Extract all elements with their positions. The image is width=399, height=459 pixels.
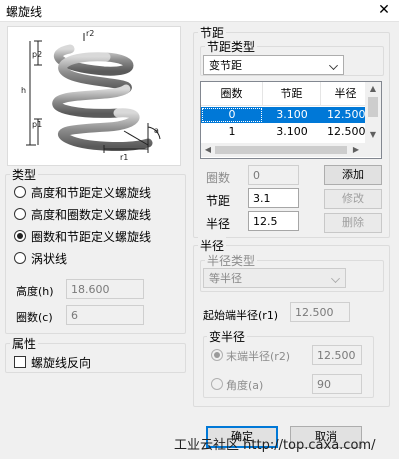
pitch-turns-field[interactable]: 0 <box>248 165 299 185</box>
cell-radius: 12.500 <box>327 125 366 138</box>
add-button[interactable]: 添加 <box>324 165 382 185</box>
label-r1: r1 <box>120 153 128 162</box>
pitch-table[interactable]: 圈数 节距 半径 0 3.100 12.500 1 3.100 12.500 ▲… <box>200 81 382 159</box>
label-p2: p2 <box>32 50 42 59</box>
scroll-thumb[interactable] <box>368 97 378 117</box>
pitch-table-header: 圈数 节距 半径 <box>201 82 371 106</box>
pitch-type-legend: 节距类型 <box>205 38 258 55</box>
window-title: 螺旋线 <box>6 5 43 19</box>
cell-pitch: 3.100 <box>276 108 308 121</box>
hscroll-thumb[interactable] <box>215 146 347 154</box>
scroll-down-icon[interactable]: ▼ <box>365 130 381 139</box>
angle-label: 角度(a) <box>226 379 264 392</box>
height-field[interactable]: 18.600 <box>66 279 144 299</box>
radius-type-select[interactable]: 等半径 <box>203 268 346 288</box>
radio-spiral[interactable] <box>14 252 26 264</box>
pitch-type-value: 变节距 <box>209 59 242 72</box>
end-radius-field[interactable]: 12.500 <box>312 345 362 365</box>
cell-radius: 12.500 <box>327 108 366 121</box>
table-vertical-scrollbar[interactable]: ▲ ▼ <box>365 82 381 144</box>
label-a: a <box>154 126 159 135</box>
radio-end-radius[interactable] <box>211 349 223 361</box>
radius-type-legend: 半径类型 <box>205 252 258 269</box>
type-group-legend: 类型 <box>10 166 39 183</box>
turns-field[interactable]: 6 <box>66 305 144 325</box>
title-bar: 螺旋线 ✕ <box>0 0 399 22</box>
radio-height-turns-label[interactable]: 高度和圈数定义螺旋线 <box>31 206 151 223</box>
scroll-right-icon[interactable]: ▶ <box>351 145 361 154</box>
radio-turns-pitch-label[interactable]: 圈数和节距定义螺旋线 <box>31 228 151 245</box>
col-header-turns[interactable]: 圈数 <box>201 82 263 106</box>
pitch-turns-label: 圈数 <box>206 171 231 185</box>
cell-pitch: 3.100 <box>276 125 308 138</box>
height-label: 高度(h) <box>16 285 54 298</box>
helix-preview: r2 p2 h p1 a r1 <box>7 26 181 166</box>
label-h: h <box>21 86 26 95</box>
radius-value-label: 半径 <box>206 217 231 231</box>
pitch-value-label: 节距 <box>206 194 231 208</box>
helix-illustration: r2 p2 h p1 a r1 <box>21 29 161 162</box>
watermark-text: 工业云社区 http://top.caxa.com/ <box>174 438 376 453</box>
start-radius-label: 起始端半径(r1) <box>203 309 279 322</box>
end-radius-label: 末端半径(r2) <box>226 350 291 363</box>
col-header-radius[interactable]: 半径 <box>321 82 371 106</box>
attr-group-legend: 属性 <box>10 335 39 352</box>
table-row[interactable]: 1 3.100 12.500 <box>201 124 367 140</box>
radio-height-pitch[interactable] <box>14 186 26 198</box>
start-radius-field[interactable]: 12.500 <box>290 302 350 322</box>
col-header-pitch[interactable]: 节距 <box>263 82 321 106</box>
angle-field[interactable]: 90 <box>312 374 362 394</box>
scroll-up-icon[interactable]: ▲ <box>365 84 381 93</box>
label-r2: r2 <box>86 29 94 38</box>
radio-height-turns[interactable] <box>14 208 26 220</box>
table-horizontal-scrollbar[interactable]: ◀ ▶ <box>201 143 381 157</box>
radio-height-pitch-label[interactable]: 高度和节距定义螺旋线 <box>31 184 151 201</box>
radio-angle[interactable] <box>211 378 223 390</box>
radio-spiral-label[interactable]: 涡状线 <box>31 250 67 267</box>
table-row[interactable]: 0 3.100 12.500 <box>201 107 367 123</box>
scroll-left-icon[interactable]: ◀ <box>203 145 213 154</box>
reverse-checkbox-label[interactable]: 螺旋线反向 <box>31 354 91 371</box>
close-icon[interactable]: ✕ <box>375 1 393 19</box>
chevron-down-icon <box>329 61 338 70</box>
modify-button[interactable]: 修改 <box>324 189 382 209</box>
reverse-checkbox[interactable] <box>14 356 26 368</box>
radio-turns-pitch[interactable] <box>14 230 26 242</box>
cell-turns: 0 <box>201 107 263 123</box>
chevron-down-icon <box>331 274 340 283</box>
pitch-value-field[interactable]: 3.1 <box>248 188 299 208</box>
delete-button[interactable]: 删除 <box>324 213 382 233</box>
radius-value-field[interactable]: 12.5 <box>248 211 299 231</box>
cell-turns: 1 <box>228 125 236 138</box>
turns-label: 圈数(c) <box>16 311 53 324</box>
label-p1: p1 <box>32 120 42 129</box>
var-radius-legend: 变半径 <box>207 328 248 345</box>
radius-type-value: 等半径 <box>209 272 242 285</box>
pitch-type-select[interactable]: 变节距 <box>203 55 344 75</box>
